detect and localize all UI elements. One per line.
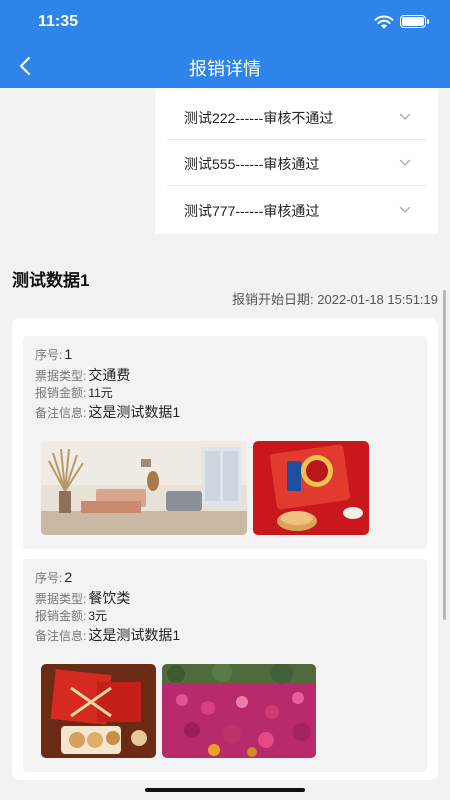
type-value: 餐饮类: [88, 590, 131, 606]
note-label: 备注信息:: [35, 406, 87, 420]
record-item: 序号: 1 票据类型: 交通费 报销金额: 11元 备注信息: 这是测试数据1: [23, 336, 427, 549]
index-value: 2: [64, 569, 73, 585]
dropdown-item[interactable]: 测试222------审核不通过: [167, 94, 427, 140]
record-note-row: 备注信息: 这是测试数据1: [35, 625, 180, 645]
amount-value: 11元: [88, 386, 113, 400]
note-value: 这是测试数据1: [88, 627, 181, 643]
status-bar: 11:35: [0, 0, 450, 44]
amount-value: 3元: [88, 609, 108, 623]
red-gift-box-photo[interactable]: [253, 441, 369, 535]
type-label: 票据类型:: [35, 369, 87, 383]
records-card: 序号:1 票据类型:交通费 报销金额:11元 备注信息:这是测试数据1: [12, 318, 438, 780]
battery-icon: [400, 15, 429, 28]
start-date-value: 2022-01-18 15:51:19: [317, 292, 438, 307]
main-content[interactable]: 测试222------审核不通过 测试555------审核通过 测试777--…: [0, 88, 450, 800]
type-label: 票据类型:: [35, 592, 87, 606]
amount-label: 报销金额:: [35, 609, 87, 623]
record-amount-row: 报销金额: 3元: [35, 607, 107, 624]
record-type-row: 票据类型: 餐饮类: [35, 588, 130, 608]
record-type-row: 票据类型: 交通费: [35, 365, 130, 385]
dropdown-item-label: 测试222------审核不通过: [184, 110, 334, 126]
home-indicator[interactable]: [145, 788, 305, 792]
record-index-row: 序号: 2: [35, 569, 72, 586]
record-item: 序号: 2 票据类型: 餐饮类 报销金额: 3元 备注信息: 这是测试数据1: [23, 559, 427, 772]
dropdown-item-label: 测试555------审核通过: [184, 156, 320, 172]
status-dropdown-menu: 测试222------审核不通过 测试555------审核通过 测试777--…: [155, 88, 438, 234]
chevron-down-icon: [399, 159, 411, 166]
dropdown-item-label: 测试777------审核通过: [184, 203, 320, 219]
scrollbar[interactable]: [443, 290, 446, 620]
index-value: 1: [64, 346, 73, 362]
nav-bar: 报销详情: [0, 44, 450, 88]
chevron-down-icon: [399, 113, 411, 120]
record-index-row: 序号: 1: [35, 346, 72, 363]
living-room-photo[interactable]: [41, 441, 247, 535]
note-label: 备注信息:: [35, 629, 87, 643]
wifi-icon: [374, 15, 394, 29]
start-date-label: 报销开始日期:: [232, 292, 314, 307]
detail-name: 测试数据1: [12, 271, 90, 290]
index-label: 序号:: [35, 348, 63, 362]
record-amount-row: 报销金额: 11元: [35, 384, 113, 401]
record-note-row: 备注信息: 这是测试数据1: [35, 402, 180, 422]
index-label: 序号:: [35, 571, 63, 585]
dropdown-item[interactable]: 测试555------审核通过: [167, 140, 427, 186]
amount-label: 报销金额:: [35, 386, 87, 400]
dropdown-item[interactable]: 测试777------审核通过: [167, 187, 427, 233]
type-value: 交通费: [88, 367, 131, 383]
note-value: 这是测试数据1: [88, 404, 181, 420]
page-title: 报销详情: [189, 59, 261, 79]
chevron-down-icon: [399, 206, 411, 213]
start-date: 报销开始日期: 2022-01-18 15:51:19: [232, 289, 438, 308]
mooncake-photo[interactable]: [41, 664, 156, 758]
flower-field-photo[interactable]: [162, 664, 316, 758]
status-time: 11:35: [38, 13, 79, 30]
